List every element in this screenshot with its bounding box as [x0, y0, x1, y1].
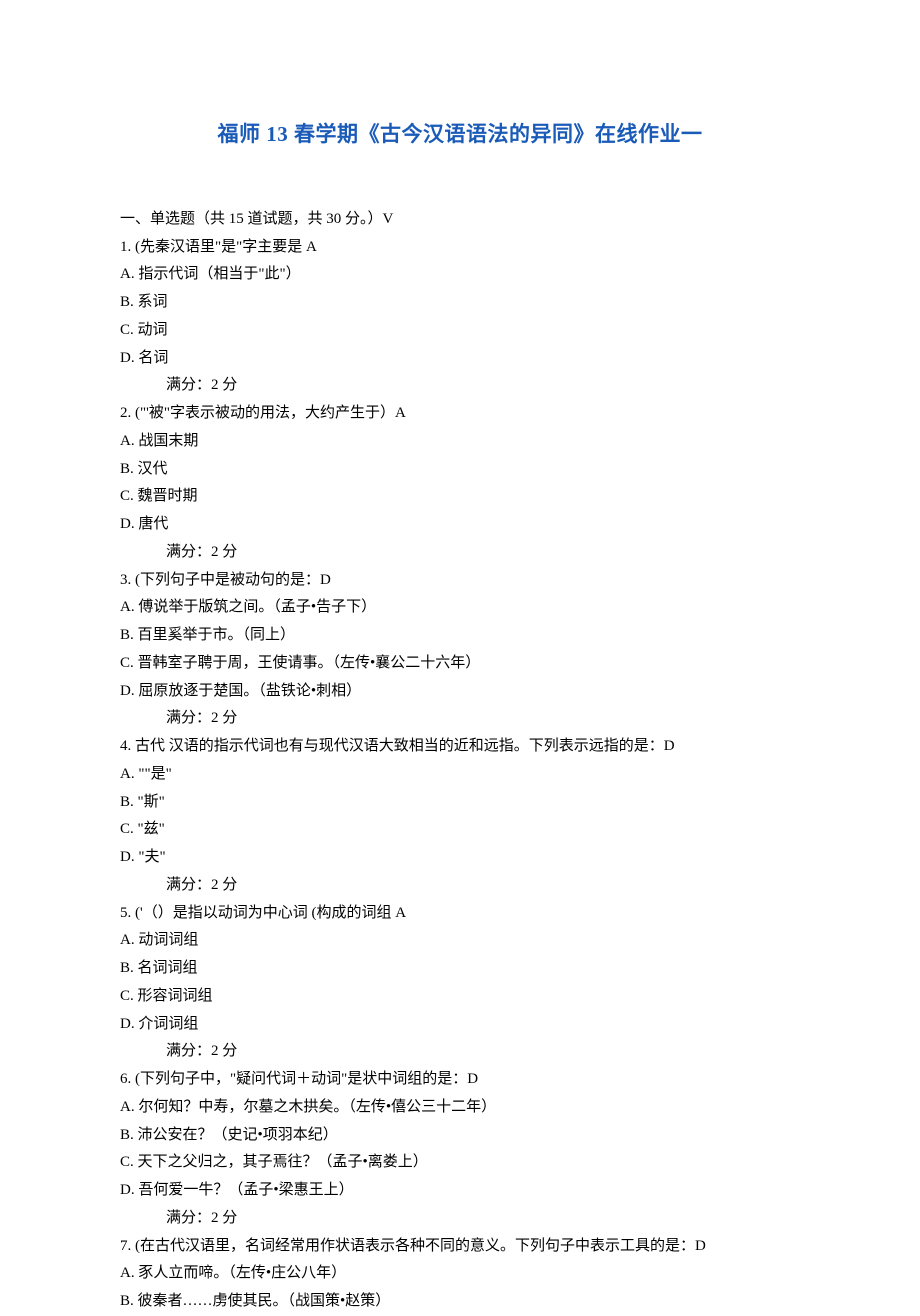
question-text: 5. ('（）是指以动词为中心词 (构成的词组 A: [120, 900, 800, 928]
option-line: B. 汉代: [120, 456, 800, 484]
question-block: 1. (先秦汉语里"是"字主要是 AA. 指示代词（相当于"此"）B. 系词C.…: [120, 234, 800, 401]
option-line: B. 沛公安在？（史记•项羽本纪）: [120, 1122, 800, 1150]
option-line: C. "兹": [120, 816, 800, 844]
option-line: D. 屈原放逐于楚国。（盐铁论•刺相）: [120, 678, 800, 706]
option-line: A. 战国末期: [120, 428, 800, 456]
question-text: 4. 古代 汉语的指示代词也有与现代汉语大致相当的近和远指。下列表示远指的是：D: [120, 733, 800, 761]
option-line: B. 名词词组: [120, 955, 800, 983]
option-line: A. 尔何知？中寿，尔墓之木拱矣。（左传•僖公三十二年）: [120, 1094, 800, 1122]
score-line: 满分：2 分: [120, 872, 800, 900]
option-line: D. 介词词组: [120, 1011, 800, 1039]
question-block: 2. ("'被"字表示被动的用法，大约产生于）AA. 战国末期B. 汉代C. 魏…: [120, 400, 800, 567]
option-line: C. 动词: [120, 317, 800, 345]
section-header: 一、单选题（共 15 道试题，共 30 分。）V: [120, 206, 800, 234]
question-block: 3. (下列句子中是被动句的是：DA. 傅说举于版筑之间。（孟子•告子下）B. …: [120, 567, 800, 734]
option-line: B. 系词: [120, 289, 800, 317]
questions-container: 1. (先秦汉语里"是"字主要是 AA. 指示代词（相当于"此"）B. 系词C.…: [120, 234, 800, 1316]
option-line: A. 指示代词（相当于"此"）: [120, 261, 800, 289]
option-line: A. 傅说举于版筑之间。（孟子•告子下）: [120, 594, 800, 622]
option-line: D. 唐代: [120, 511, 800, 539]
option-line: C. 形容词词组: [120, 983, 800, 1011]
option-line: B. "斯": [120, 789, 800, 817]
option-line: D. 名词: [120, 345, 800, 373]
option-line: C. 天下之父归之，其子焉往？（孟子•离娄上）: [120, 1149, 800, 1177]
score-line: 满分：2 分: [120, 539, 800, 567]
question-block: 5. ('（）是指以动词为中心词 (构成的词组 AA. 动词词组B. 名词词组C…: [120, 900, 800, 1067]
question-text: 6. (下列句子中，"疑问代词＋动词"是状中词组的是：D: [120, 1066, 800, 1094]
question-text: 7. (在古代汉语里，名词经常用作状语表示各种不同的意义。下列句子中表示工具的是…: [120, 1233, 800, 1261]
option-line: A. 动词词组: [120, 927, 800, 955]
question-text: 3. (下列句子中是被动句的是：D: [120, 567, 800, 595]
question-block: 7. (在古代汉语里，名词经常用作状语表示各种不同的意义。下列句子中表示工具的是…: [120, 1233, 800, 1316]
score-line: 满分：2 分: [120, 372, 800, 400]
option-line: B. 百里奚举于市。（同上）: [120, 622, 800, 650]
score-line: 满分：2 分: [120, 705, 800, 733]
question-text: 2. ("'被"字表示被动的用法，大约产生于）A: [120, 400, 800, 428]
question-block: 6. (下列句子中，"疑问代词＋动词"是状中词组的是：DA. 尔何知？中寿，尔墓…: [120, 1066, 800, 1233]
option-line: D. 吾何爱一牛？（孟子•梁惠王上）: [120, 1177, 800, 1205]
option-line: A. ""是": [120, 761, 800, 789]
question-text: 1. (先秦汉语里"是"字主要是 A: [120, 234, 800, 262]
score-line: 满分：2 分: [120, 1038, 800, 1066]
option-line: C. 魏晋时期: [120, 483, 800, 511]
option-line: A. 豕人立而啼。（左传•庄公八年）: [120, 1260, 800, 1288]
option-line: D. "夫": [120, 844, 800, 872]
score-line: 满分：2 分: [120, 1205, 800, 1233]
page-title: 福师 13 春学期《古今汉语语法的异同》在线作业一: [120, 115, 800, 154]
question-block: 4. 古代 汉语的指示代词也有与现代汉语大致相当的近和远指。下列表示远指的是：D…: [120, 733, 800, 900]
option-line: C. 晋韩室子聘于周，王使请事。（左传•襄公二十六年）: [120, 650, 800, 678]
